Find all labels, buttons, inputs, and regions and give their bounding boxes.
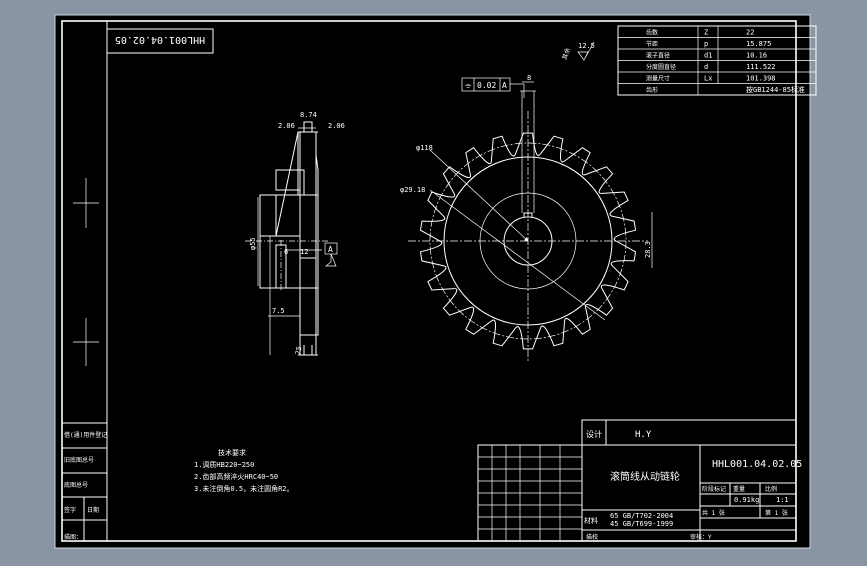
svg-text:共 1 张: 共 1 张 <box>702 509 725 517</box>
svg-text:φ55: φ55 <box>249 237 257 250</box>
svg-text:A: A <box>328 245 333 254</box>
svg-text:8.74: 8.74 <box>300 111 317 119</box>
svg-text:6: 6 <box>284 248 288 256</box>
param-value: 22 <box>746 29 754 37</box>
param-value: 10.16 <box>746 52 767 60</box>
svg-text:2.齿部高频淬火HRC40~50: 2.齿部高频淬火HRC40~50 <box>194 472 278 481</box>
param-symbol: d <box>704 63 708 71</box>
svg-text:25: 25 <box>294 346 303 356</box>
param-symbol: d1 <box>704 52 712 60</box>
param-symbol: Z <box>704 29 708 37</box>
param-label: 齿数 <box>646 29 658 37</box>
svg-text:1:1: 1:1 <box>776 496 789 504</box>
key-width-label: 8 <box>527 74 531 82</box>
drawing-number: HHL001.04.02.05 <box>712 459 802 470</box>
svg-text:12: 12 <box>300 248 308 256</box>
svg-text:审核：Y: 审核：Y <box>690 533 712 541</box>
param-label: 齿形 <box>646 86 658 94</box>
tip-dia-label: φ118 <box>416 144 433 152</box>
param-value: 15.875 <box>746 40 771 48</box>
cad-viewport[interactable]: HHL001.04.02.05 借(通)用件登记 旧底图总号 底图总号 签字 日… <box>0 0 867 562</box>
svg-text:阶段标记: 阶段标记 <box>702 485 726 493</box>
svg-text:3.未注倒角0.5，未注圆角R2。: 3.未注倒角0.5，未注圆角R2。 <box>194 484 294 493</box>
svg-text:2.06: 2.06 <box>278 122 295 130</box>
param-value: 101.398 <box>746 75 776 83</box>
svg-text:0.02: 0.02 <box>477 81 496 90</box>
svg-text:1.调质HB220~250: 1.调质HB220~250 <box>194 460 254 469</box>
svg-text:重量: 重量 <box>733 485 745 493</box>
svg-text:⌯: ⌯ <box>465 81 472 90</box>
param-label: 滚子直径 <box>646 52 670 60</box>
svg-text:第 1 张: 第 1 张 <box>765 509 788 517</box>
svg-text:2.06: 2.06 <box>328 122 345 130</box>
param-value: 按GB1244-85标准 <box>746 85 805 94</box>
svg-text:45 GB/T699-1999: 45 GB/T699-1999 <box>610 520 673 528</box>
param-label: 节距 <box>646 40 658 48</box>
svg-text:65 GB/T702-2004: 65 GB/T702-2004 <box>610 512 673 520</box>
strip-label-1: 旧底图总号 <box>64 456 94 464</box>
designer-label: 设计 <box>586 429 602 439</box>
drawing-canvas: HHL001.04.02.05 借(通)用件登记 旧底图总号 底图总号 签字 日… <box>54 14 817 549</box>
svg-text:A: A <box>502 81 507 90</box>
param-label: 分度圆直径 <box>646 63 676 71</box>
param-symbol: Lx <box>704 75 712 83</box>
param-label: 测量尺寸 <box>646 75 670 83</box>
strip-label-0: 借(通)用件登记 <box>64 431 107 439</box>
strip-label-4: 日期 <box>87 506 99 514</box>
param-symbol: p <box>704 40 708 48</box>
root-dia-label: φ29.18 <box>400 186 425 194</box>
svg-text:HHL001.04.02.05: HHL001.04.02.05 <box>115 34 205 45</box>
svg-text:材料: 材料 <box>584 516 598 525</box>
strip-label-2: 底图总号 <box>64 481 88 489</box>
svg-text:12.5: 12.5 <box>578 42 595 50</box>
strip-label-3: 签字 <box>64 506 76 514</box>
svg-text:7.5: 7.5 <box>272 307 285 315</box>
key-height-label: 28.3 <box>644 241 652 258</box>
designer-name: H.Y <box>635 430 652 440</box>
bottom-left-label: 描图： <box>64 533 82 541</box>
svg-text:比例: 比例 <box>765 485 777 493</box>
svg-text:描校: 描校 <box>586 533 598 541</box>
svg-text:0.91kg: 0.91kg <box>734 496 759 504</box>
part-name: 滚筒线从动链轮 <box>610 470 680 483</box>
svg-text:技术要求: 技术要求 <box>218 448 246 457</box>
param-value: 111.522 <box>746 63 776 71</box>
